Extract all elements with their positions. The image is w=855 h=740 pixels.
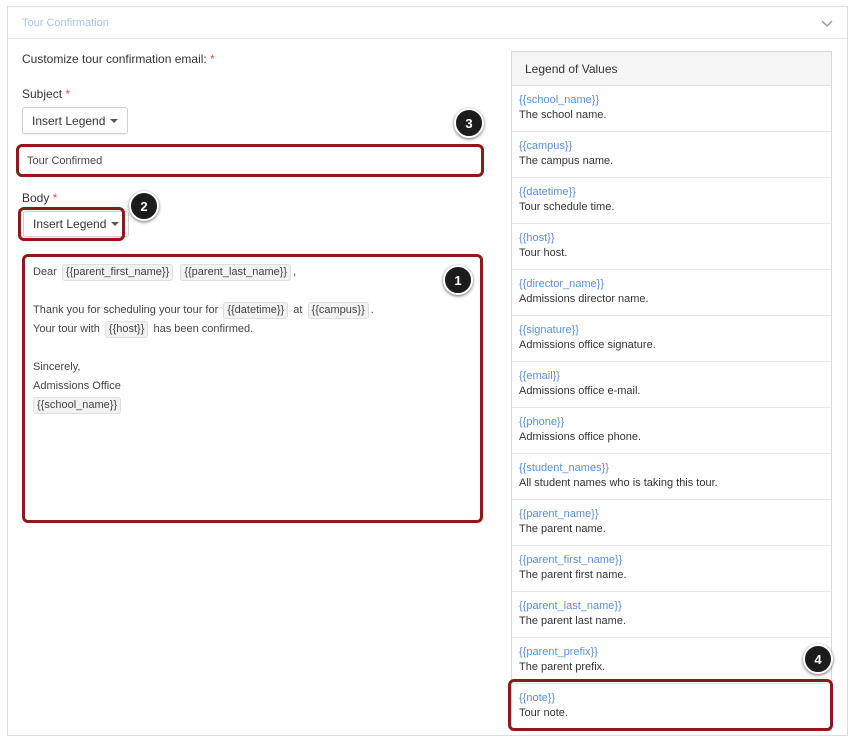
legend-item-desc: Tour note. bbox=[519, 707, 568, 719]
legend-item-desc: Admissions office e-mail. bbox=[519, 385, 641, 397]
caret-down-icon bbox=[111, 222, 120, 226]
legend-item[interactable]: {{host}} Tour host. bbox=[512, 224, 831, 270]
legend-item[interactable]: {{campus}} The campus name. bbox=[512, 132, 831, 178]
legend-item[interactable]: {{datetime}} Tour schedule time. bbox=[512, 178, 831, 224]
legend-item-desc: Admissions office phone. bbox=[519, 431, 642, 443]
token-campus[interactable]: {{campus}} bbox=[307, 302, 369, 319]
body-label: Body * bbox=[22, 191, 58, 205]
required-mark: * bbox=[52, 191, 58, 205]
required-mark: * bbox=[65, 87, 71, 101]
legend-item-desc: The parent name. bbox=[519, 523, 606, 535]
legend-item[interactable]: {{parent_prefix}} The parent prefix. bbox=[512, 638, 831, 684]
legend-list: {{school_name}} The school name. {{campus}… bbox=[512, 86, 831, 730]
legend-item-desc: The school name. bbox=[519, 109, 607, 121]
legend-item-desc: Tour host. bbox=[519, 247, 568, 259]
legend-item[interactable]: {{director_name}} Admissions director nam… bbox=[512, 270, 831, 316]
legend-item[interactable]: {{parent_name}} The parent name. bbox=[512, 500, 831, 546]
legend-item-key[interactable]: {{school_name}} bbox=[519, 93, 824, 108]
token-host[interactable]: {{host}} bbox=[104, 321, 149, 338]
legend-item-key[interactable]: {{phone}} bbox=[519, 415, 824, 430]
legend-item-key[interactable]: {{parent_prefix}} bbox=[519, 645, 824, 660]
token-school-name[interactable]: {{school_name}} bbox=[33, 397, 122, 414]
subject-insert-legend-button[interactable]: Insert Legend bbox=[22, 107, 129, 134]
legend-title: Legend of Values bbox=[512, 52, 831, 86]
legend-item-desc: Tour schedule time. bbox=[519, 201, 615, 213]
legend-item-desc: The parent last name. bbox=[519, 615, 627, 627]
legend-item-key[interactable]: {{signature}} bbox=[519, 323, 824, 338]
legend-item[interactable]: {{parent_first_name}} The parent first na… bbox=[512, 546, 831, 592]
legend-item-key[interactable]: {{host}} bbox=[519, 231, 824, 246]
legend-item-desc: All student names who is taking this tou… bbox=[519, 477, 718, 489]
legend-item-key[interactable]: {{director_name}} bbox=[519, 277, 824, 292]
editor-line-signature: Admissions Office bbox=[33, 380, 121, 392]
token-parent-first-name[interactable]: {{parent_first_name}} bbox=[61, 264, 174, 281]
caret-down-icon bbox=[110, 118, 119, 123]
legend-item-key[interactable]: {{note}} bbox=[519, 691, 824, 706]
customize-label: Customize tour confirmation email: * bbox=[22, 52, 215, 66]
legend-item[interactable]: {{parent_last_name}} The parent last name… bbox=[512, 592, 831, 638]
callout-badge-3: 3 bbox=[454, 108, 484, 138]
legend-item[interactable]: {{email}} Admissions office e-mail. bbox=[512, 362, 831, 408]
legend-item-key[interactable]: {{parent_name}} bbox=[519, 507, 824, 522]
legend-item-key[interactable]: {{parent_first_name}} bbox=[519, 553, 824, 568]
editor-line-host: Your tour with {{host}} has been confirm… bbox=[33, 320, 472, 339]
body-insert-legend-button[interactable]: Insert Legend bbox=[23, 211, 130, 237]
legend-item[interactable]: {{signature}} Admissions office signature… bbox=[512, 316, 831, 362]
subject-input[interactable] bbox=[16, 144, 484, 177]
panel-header[interactable]: Tour Confirmation bbox=[8, 7, 847, 39]
token-parent-last-name[interactable]: {{parent_last_name}} bbox=[180, 264, 292, 281]
legend-item-key[interactable]: {{campus}} bbox=[519, 139, 824, 154]
legend-item-desc: Admissions office signature. bbox=[519, 339, 656, 351]
legend-item-key[interactable]: {{datetime}} bbox=[519, 185, 824, 200]
legend-item-desc: The parent prefix. bbox=[519, 661, 606, 673]
editor-line-closing: Sincerely, bbox=[33, 361, 81, 373]
legend-item[interactable]: {{note}} Tour note. bbox=[512, 684, 831, 730]
editor-line-thanks: Thank you for scheduling your tour for {… bbox=[33, 301, 472, 320]
callout-badge-1: 1 bbox=[443, 265, 473, 295]
callout-badge-4: 4 bbox=[803, 644, 833, 674]
callout-badge-2: 2 bbox=[129, 191, 159, 221]
editor-line-school: {{school_name}} bbox=[33, 396, 472, 415]
chevron-down-icon[interactable] bbox=[819, 15, 835, 31]
body-editor[interactable]: Dear {{parent_first_name}} {{parent_last… bbox=[22, 254, 483, 523]
legend-item-desc: Admissions director name. bbox=[519, 293, 649, 305]
required-mark: * bbox=[210, 52, 215, 66]
legend-item[interactable]: {{student_names}} All student names who i… bbox=[512, 454, 831, 500]
subject-label: Subject * bbox=[22, 87, 71, 101]
legend-item[interactable]: {{phone}} Admissions office phone. bbox=[512, 408, 831, 454]
legend-item-key[interactable]: {{parent_last_name}} bbox=[519, 599, 824, 614]
legend-panel: Legend of Values {{school_name}} The scho… bbox=[511, 51, 832, 731]
legend-item-desc: The campus name. bbox=[519, 155, 614, 167]
legend-item-key[interactable]: {{student_names}} bbox=[519, 461, 824, 476]
legend-item[interactable]: {{school_name}} The school name. bbox=[512, 86, 831, 132]
panel-title: Tour Confirmation bbox=[22, 16, 109, 29]
legend-item-desc: The parent first name. bbox=[519, 569, 627, 581]
legend-item-key[interactable]: {{email}} bbox=[519, 369, 824, 384]
editor-line-greeting: Dear {{parent_first_name}} {{parent_last… bbox=[33, 263, 472, 282]
token-datetime[interactable]: {{datetime}} bbox=[223, 302, 289, 319]
